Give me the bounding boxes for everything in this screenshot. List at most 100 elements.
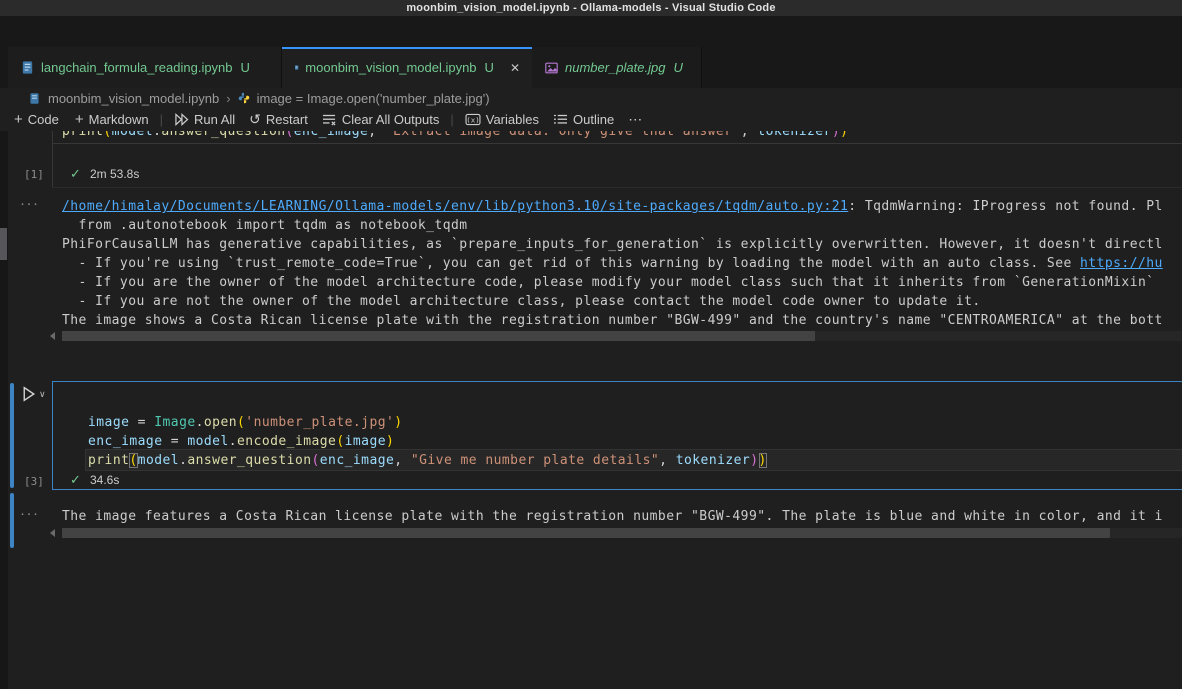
- add-code-cell-button[interactable]: + Code: [14, 112, 59, 127]
- tab-moonbim-vision-model[interactable]: moonbim_vision_model.ipynb U ✕: [282, 47, 532, 88]
- close-icon[interactable]: ✕: [510, 61, 520, 75]
- code-token: ,: [659, 453, 676, 468]
- code-token: enc_image: [88, 434, 163, 449]
- add-markdown-label: Markdown: [89, 112, 149, 127]
- chevron-right-icon: ›: [226, 91, 230, 106]
- toolbar-more-button[interactable]: ⋯: [628, 111, 643, 128]
- variables-label: Variables: [486, 112, 539, 127]
- add-code-label: Code: [28, 112, 59, 127]
- code-token: enc_image: [320, 453, 395, 468]
- code-token: tokenizer: [676, 453, 751, 468]
- output-line-with-link[interactable]: /home/himalay/Documents/LEARNING/Ollama-…: [62, 197, 1163, 216]
- code-line[interactable]: print(model.answer_question(enc_image, "…: [62, 131, 848, 139]
- output-line: - If you are not the owner of the model …: [62, 292, 1163, 311]
- editor-left-strip: [0, 131, 8, 689]
- h-scrollbar-thumb[interactable]: [62, 528, 1110, 538]
- output-link[interactable]: https://hu: [1080, 256, 1163, 271]
- code-token: ,: [741, 131, 758, 139]
- code-token: print: [62, 131, 103, 139]
- output-line-with-link[interactable]: - If you're using `trust_remote_code=Tru…: [62, 254, 1163, 273]
- run-all-icon: [174, 113, 189, 126]
- outline-button[interactable]: Outline: [553, 112, 614, 127]
- restart-icon: ↺: [249, 111, 261, 128]
- code-line[interactable]: image = Image.open('number_plate.jpg'): [88, 413, 767, 432]
- tab-label: langchain_formula_reading.ipynb: [41, 60, 233, 75]
- variables-button[interactable]: (x) Variables: [465, 112, 539, 127]
- code-token: model: [112, 131, 153, 139]
- window-title: moonbim_vision_model.ipynb - Ollama-mode…: [406, 2, 775, 14]
- code-line[interactable]: enc_image = model.encode_image(image): [88, 432, 767, 451]
- output-menu-ellipsis-icon[interactable]: ···: [20, 195, 40, 212]
- code-token: ): [394, 415, 402, 430]
- success-check-icon: ✓: [70, 472, 81, 488]
- breadcrumb-symbol[interactable]: image = Image.open('number_plate.jpg'): [257, 91, 490, 106]
- code-token: print: [88, 453, 129, 468]
- scroll-left-arrow-icon[interactable]: [50, 332, 55, 340]
- code-token: =: [163, 434, 188, 449]
- code-token: answer_question: [187, 453, 311, 468]
- cell1-duration: 2m 53.8s: [90, 167, 139, 181]
- code-token: - If you're using `trust_remote_code=Tru…: [62, 256, 1080, 271]
- code-token: tokenizer: [757, 131, 832, 139]
- cell3-execution-count: [3]: [24, 475, 44, 488]
- code-token: (: [312, 453, 320, 468]
- left-edge-scrollbar-thumb[interactable]: [0, 228, 7, 260]
- title-bar: moonbim_vision_model.ipynb - Ollama-mode…: [0, 0, 1182, 16]
- tab-number-plate-jpg[interactable]: number_plate.jpg U: [532, 47, 702, 88]
- code-token: image: [345, 434, 386, 449]
- run-cell-button[interactable]: ∨: [20, 385, 46, 403]
- breadcrumb-file[interactable]: moonbim_vision_model.ipynb: [48, 91, 219, 106]
- code-token: (: [129, 453, 137, 468]
- restart-label: Restart: [266, 112, 308, 127]
- code-token: (: [103, 131, 111, 139]
- code-token: answer_question: [161, 131, 285, 139]
- tab-label: number_plate.jpg: [565, 60, 665, 75]
- code-line[interactable]: print(model.answer_question(enc_image, "…: [88, 451, 767, 470]
- cell1-output-block: /home/himalay/Documents/LEARNING/Ollama-…: [62, 197, 1163, 330]
- ellipsis-icon: ⋯: [628, 111, 643, 128]
- clear-outputs-icon: [322, 113, 337, 126]
- code-token: model: [138, 453, 179, 468]
- code-token: Image: [154, 415, 195, 430]
- code-token: ): [832, 131, 840, 139]
- code-token: =: [129, 415, 154, 430]
- code-token: PhiForCausalLM has generative capabiliti…: [62, 237, 1163, 252]
- image-icon: [544, 61, 559, 75]
- tab-langchain-formula-reading[interactable]: langchain_formula_reading.ipynb U: [8, 47, 282, 88]
- python-symbol-icon: [238, 92, 250, 104]
- clear-all-outputs-button[interactable]: Clear All Outputs: [322, 112, 440, 127]
- play-icon: [20, 385, 37, 403]
- focused-output-indicator-bar: [10, 493, 14, 548]
- code-token: ): [386, 434, 394, 449]
- code-token: enc_image: [294, 131, 369, 139]
- run-all-button[interactable]: Run All: [174, 112, 235, 127]
- output-line: - If you are the owner of the model arch…: [62, 273, 1163, 292]
- cell3-code[interactable]: image = Image.open('number_plate.jpg') e…: [88, 413, 767, 470]
- cell1-status-bottom-border: [52, 187, 1182, 188]
- code-token: ,: [368, 131, 385, 139]
- code-token: ): [840, 131, 848, 139]
- h-scrollbar-thumb[interactable]: [62, 331, 815, 341]
- toolbar-divider: |: [160, 112, 163, 127]
- code-token: The image shows a Costa Rican license pl…: [62, 313, 1163, 328]
- cell1-execution-count: [1]: [24, 168, 44, 181]
- output-link[interactable]: /home/himalay/Documents/LEARNING/Ollama-…: [62, 199, 848, 214]
- code-token: from .autonotebook import tqdm as notebo…: [62, 218, 468, 233]
- code-token: The image features a Costa Rican license…: [62, 509, 1163, 524]
- plus-icon: +: [14, 112, 23, 127]
- breadcrumb: moonbim_vision_model.ipynb › image = Ima…: [0, 88, 1182, 108]
- scroll-left-arrow-icon[interactable]: [50, 529, 55, 537]
- window-top-strip: [0, 16, 1182, 47]
- cell1-editor-bottom-border: [52, 143, 1182, 144]
- svg-text:(x): (x): [466, 115, 479, 124]
- output-menu-ellipsis-icon[interactable]: ···: [20, 505, 40, 522]
- code-token: - If you are not the owner of the model …: [62, 294, 981, 309]
- code-token: - If you are the owner of the model arch…: [62, 275, 1155, 290]
- code-token: "Give me number plate details": [411, 453, 659, 468]
- add-markdown-cell-button[interactable]: + Markdown: [75, 112, 149, 127]
- output-line: The image features a Costa Rican license…: [62, 507, 1163, 526]
- code-token: ): [759, 453, 767, 468]
- restart-button[interactable]: ↺ Restart: [249, 111, 308, 128]
- notebook-toolbar: + Code + Markdown | Run All ↺ Restart Cl…: [0, 108, 1182, 131]
- chevron-down-icon[interactable]: ∨: [39, 389, 46, 400]
